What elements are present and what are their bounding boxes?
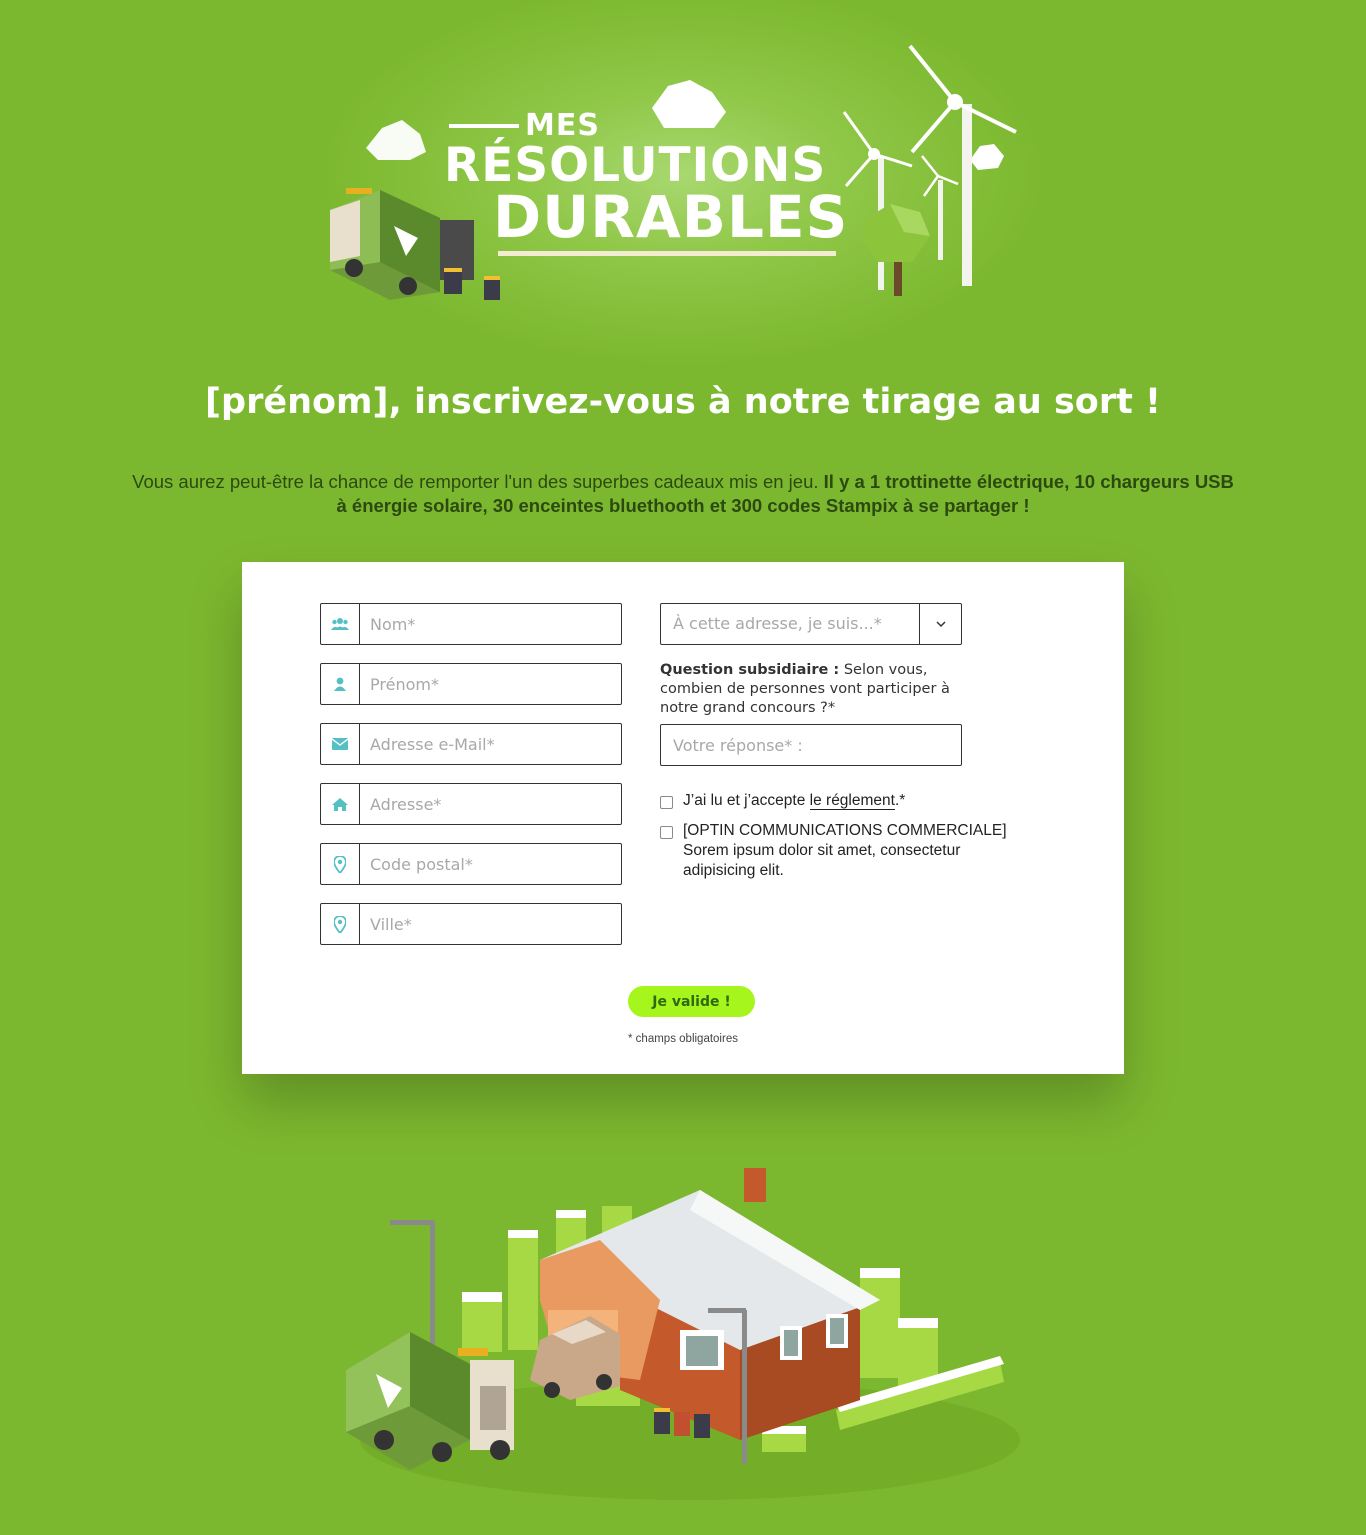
- reglement-suffix: .*: [894, 792, 906, 809]
- adresse-field[interactable]: [320, 783, 622, 825]
- user-icon: [321, 664, 360, 704]
- answer-input[interactable]: [673, 725, 953, 765]
- optin-label: [OPTIN COMMUNICATIONS COMMERCIALE] Sorem…: [683, 821, 1007, 881]
- ville-field[interactable]: [320, 903, 622, 945]
- reglement-label: J’ai lu et j’accepte le réglement.*: [683, 791, 905, 811]
- optin-line-2: Sorem ipsum dolor sit amet, consectetur: [683, 842, 961, 859]
- answer-field[interactable]: [660, 724, 962, 766]
- garbage-truck-icon: [330, 188, 500, 300]
- prenom-input[interactable]: [370, 664, 610, 704]
- code-postal-field[interactable]: [320, 843, 622, 885]
- optin-line-3: adipisicing elit.: [683, 862, 784, 879]
- chevron-down-icon[interactable]: [919, 604, 961, 644]
- map-marker-icon: [321, 904, 360, 944]
- map-marker-icon: [321, 844, 360, 884]
- logo-line-3: DURABLES: [493, 183, 849, 251]
- email-input[interactable]: [370, 724, 610, 764]
- adresse-input[interactable]: [370, 784, 610, 824]
- users-icon: [321, 604, 360, 644]
- required-note: * champs obligatoires: [628, 1033, 738, 1045]
- email-field[interactable]: [320, 723, 622, 765]
- tree-icon: [862, 204, 930, 296]
- page-title: [prénom], inscrivez-vous à notre tirage …: [205, 382, 1161, 422]
- submit-button[interactable]: Je valide !: [628, 986, 755, 1017]
- logo-underline: [498, 251, 836, 256]
- reglement-prefix: J’ai lu et j’accepte: [683, 792, 810, 809]
- reglement-link[interactable]: le réglement: [809, 792, 895, 810]
- optin-checkbox[interactable]: [660, 826, 673, 839]
- registration-form: À cette adresse, je suis...* Question su…: [242, 562, 1124, 1074]
- logo-dash: [449, 124, 519, 128]
- house-illustration: [346, 1168, 1020, 1500]
- address-status-select[interactable]: À cette adresse, je suis...*: [660, 603, 962, 645]
- reglement-checkbox[interactable]: [660, 796, 673, 809]
- nom-input[interactable]: [370, 604, 610, 644]
- intro-regular: Vous aurez peut-être la chance de rempor…: [132, 471, 819, 492]
- envelope-icon: [321, 724, 360, 764]
- prenom-field[interactable]: [320, 663, 622, 705]
- question-subsidiaire: Question subsidiaire : Selon vous, combi…: [660, 661, 970, 718]
- optin-line-1: [OPTIN COMMUNICATIONS COMMERCIALE]: [683, 822, 1007, 839]
- home-icon: [321, 784, 360, 824]
- intro-text: Vous aurez peut-être la chance de rempor…: [130, 470, 1236, 518]
- ville-input[interactable]: [370, 904, 610, 944]
- question-label: Question subsidiaire :: [660, 662, 840, 678]
- nom-field[interactable]: [320, 603, 622, 645]
- code-postal-input[interactable]: [370, 844, 610, 884]
- select-value: À cette adresse, je suis...*: [673, 614, 882, 633]
